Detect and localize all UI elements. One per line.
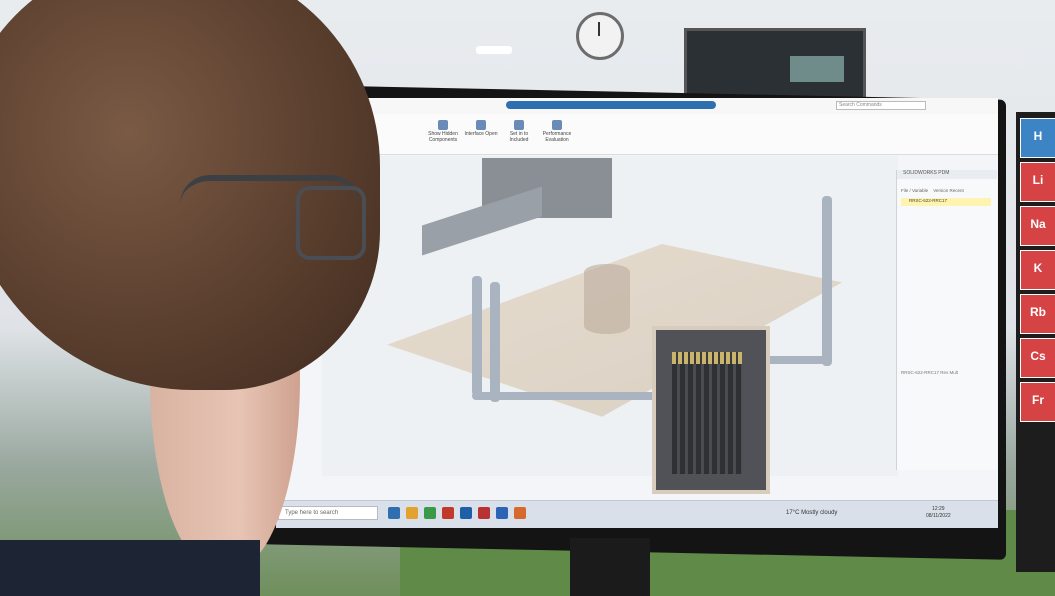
taskbar-app-icon[interactable] [388,507,400,519]
taskbar-app-icon[interactable] [496,507,508,519]
panel-file-row[interactable]: RRSC-622-RRC17 [901,198,991,206]
weather-widget[interactable]: 17°C Mostly cloudy [786,510,837,516]
ribbon-button[interactable]: Performance Evaluation [540,118,574,148]
cad-screen: Search Commands Show Hidden Components I… [276,98,998,528]
element-tile: Li [1020,162,1055,202]
title-pill [506,101,716,109]
storage-tank [584,264,630,334]
title-bar: Search Commands [276,98,998,115]
panel-footer: RRSC-622-RRC17 Rev Mult [901,370,959,375]
element-tile: K [1020,250,1055,290]
taskbar-app-icon[interactable] [442,507,454,519]
monitor-stand [570,538,650,596]
door-window [790,56,844,82]
pipe [472,392,672,400]
taskbar-clock[interactable]: 12:29 08/11/2022 [926,506,951,520]
person-shirt [0,540,260,596]
ribbon-toolbar: Show Hidden Components Interface Open Se… [276,114,998,155]
taskbar-app-icon[interactable] [478,507,490,519]
ribbon-button[interactable]: Show Hidden Components [426,118,460,148]
ceiling-light [476,46,512,54]
pipe [472,276,482,396]
ribbon-button[interactable]: Interface Open [464,118,498,148]
component-icon [438,120,448,130]
windows-taskbar: Type here to search 17°C Mostly cloudy 1… [276,500,998,528]
taskbar-app-icon[interactable] [406,507,418,519]
pipe [490,282,500,402]
reactor-core [672,364,742,474]
element-tile: Na [1020,206,1055,246]
taskbar-app-icon[interactable] [424,507,436,519]
panel-columns: File / Variable Version Recent [901,188,964,193]
panel-title: SOLIDWORKS PDM [897,170,997,179]
pdm-panel: SOLIDWORKS PDM File / Variable Version R… [896,170,997,470]
search-input[interactable]: Search Commands [836,101,926,110]
periodic-table-poster: H Li Na K Rb Cs Fr [1016,112,1055,572]
pipe [822,196,832,366]
wall-clock-icon [576,12,624,60]
taskbar-search-input[interactable]: Type here to search [278,506,378,520]
3d-viewport[interactable] [322,156,898,494]
interface-icon [476,120,486,130]
performance-icon [552,120,562,130]
include-icon [514,120,524,130]
taskbar-app-icon[interactable] [514,507,526,519]
taskbar-app-icon[interactable] [460,507,472,519]
element-tile: Cs [1020,338,1055,378]
ribbon-button[interactable]: Set in to Included [502,118,536,148]
element-tile: Fr [1020,382,1055,422]
element-tile: Rb [1020,294,1055,334]
glasses-lens [296,186,366,260]
element-tile: H [1020,118,1055,158]
